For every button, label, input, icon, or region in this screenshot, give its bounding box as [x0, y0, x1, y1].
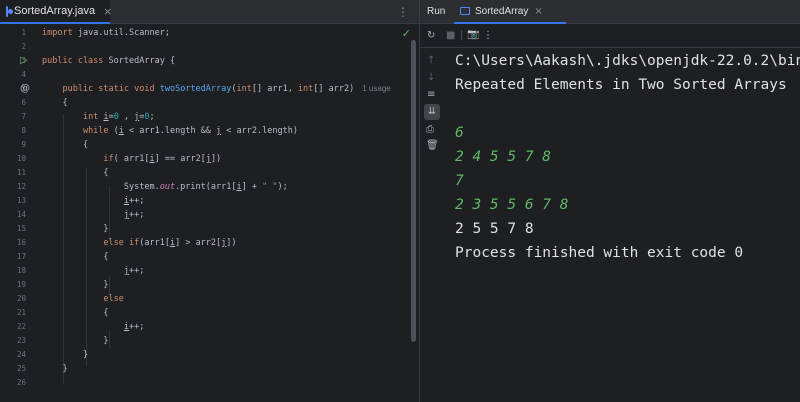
code-token: while [82, 126, 109, 136]
code-token: ); [277, 182, 288, 192]
code-token: { [42, 308, 109, 318]
console-output-line: C:\Users\Aakash\.jdks\openjdk-22.0.2\bin… [455, 53, 800, 69]
rerun-icon[interactable]: ↻ [427, 30, 435, 42]
run-tab-sortedarray[interactable]: SortedArray × [454, 0, 566, 24]
code-token: < arr2.length) [221, 126, 298, 136]
console-output-line: 2 5 5 7 8 [455, 221, 534, 237]
code-token: ] == arr2[ [154, 154, 206, 164]
code-token: public class [42, 56, 104, 66]
code-token: [] arr1, [251, 84, 298, 94]
editor-tab-bar: SortedArray.java × ⋮ [0, 0, 419, 24]
code-line[interactable]: 26 [0, 374, 419, 392]
code-token: } [42, 336, 109, 346]
code-token: ++; [129, 322, 145, 332]
arrow-down-icon[interactable]: ↓ [427, 72, 435, 84]
code-token: ++; [129, 266, 145, 276]
run-tool-window: Run SortedArray × ↻ ■ | 📷 ⋮ ↑ ↓ ≡ ⇊ ⎙ 🗑 … [420, 0, 800, 402]
line-number[interactable]: 26 [0, 374, 26, 392]
more-options-icon[interactable]: ⋮ [483, 30, 493, 42]
code-token: { [42, 168, 109, 178]
code-token: { [42, 98, 68, 108]
inspection-ok-icon[interactable]: ✓ [402, 27, 411, 40]
code-token: twoSortedArray [159, 84, 232, 94]
code-token: ]) [210, 154, 222, 164]
run-title: Run [427, 6, 446, 17]
console-input-line: 6 [455, 125, 464, 141]
run-tab-label: SortedArray [475, 5, 529, 17]
code-token: ]) [226, 238, 237, 248]
code-token: " " [262, 182, 278, 192]
code-token: if [103, 154, 114, 164]
stop-icon[interactable]: ■ [446, 30, 455, 42]
code-token: { [42, 140, 89, 150]
code-token: (arr1[ [139, 238, 170, 248]
console-side-toolbar: ↑ ↓ ≡ ⇊ ⎙ 🗑 [420, 48, 444, 402]
code-editor[interactable]: SortedArray.java × ⋮ 1 import java.util.S… [0, 0, 419, 402]
print-icon[interactable]: ⎙ [426, 124, 434, 136]
code-token: import [42, 28, 73, 38]
code-area[interactable]: 1 import java.util.Scanner; 2 3 ▷ public clas… [0, 24, 419, 402]
console-output-line: Repeated Elements in Two Sorted Arrays [455, 77, 787, 93]
run-header: Run SortedArray × [420, 0, 800, 24]
soft-wrap-icon[interactable]: ≡ [427, 89, 435, 101]
editor-tab-sortedarray[interactable]: SortedArray.java × [0, 0, 112, 24]
console-output-line: Process finished with exit code 0 [455, 245, 744, 261]
code-token: .print(arr1[ [175, 182, 237, 192]
scroll-to-end-icon[interactable]: ⇊ [424, 104, 440, 120]
toolbar-separator: | [460, 30, 464, 41]
code-token: ++; [129, 196, 145, 206]
code-token: int [82, 112, 99, 122]
java-class-icon [6, 5, 13, 17]
code-token: out [159, 182, 176, 192]
console-output[interactable]: C:\Users\Aakash\.jdks\openjdk-22.0.2\bin… [455, 48, 800, 402]
more-options-icon[interactable]: ⋮ [397, 5, 409, 19]
close-icon[interactable]: × [534, 6, 542, 17]
trash-icon[interactable]: 🗑 [426, 140, 439, 152]
editor-scrollbar[interactable] [411, 40, 416, 342]
console-input-line: 2 4 5 5 7 8 [455, 149, 552, 165]
close-icon[interactable]: × [103, 5, 112, 18]
arrow-up-icon[interactable]: ↑ [427, 55, 435, 67]
code-token: , [118, 112, 135, 122]
editor-tab-label: SortedArray.java [14, 5, 96, 17]
code-token: ++; [129, 210, 145, 220]
usage-hint[interactable]: 1 usage [362, 84, 390, 93]
code-token: } [42, 350, 89, 360]
code-token: public static void [62, 84, 155, 94]
code-token: } [42, 280, 109, 290]
code-token: ( arr1[ [113, 154, 150, 164]
code-token: ; [149, 112, 155, 122]
console-icon [460, 7, 470, 15]
code-token: else if [103, 238, 140, 248]
console-input-line: 7 [455, 173, 464, 189]
code-token: } [42, 224, 109, 234]
code-token: { [42, 252, 109, 262]
code-token: ] > arr2[ [175, 238, 222, 248]
code-token: else [103, 294, 124, 304]
camera-icon[interactable]: 📷 [467, 29, 479, 41]
code-token: java.util.Scanner; [72, 28, 170, 38]
code-token: < arr1.length && [123, 126, 217, 136]
code-token: int [297, 84, 314, 94]
code-token: int [236, 84, 252, 94]
console-input-line: 2 3 5 5 6 7 8 [455, 197, 569, 213]
code-token: } [42, 364, 68, 374]
code-token: SortedArray { [103, 56, 176, 66]
code-token: [] arr2) [313, 84, 355, 94]
code-token: ] + [241, 182, 263, 192]
code-token: ( [108, 126, 119, 136]
code-token: System. [42, 182, 160, 192]
run-toolbar: ↻ ■ | 📷 ⋮ [420, 24, 800, 48]
